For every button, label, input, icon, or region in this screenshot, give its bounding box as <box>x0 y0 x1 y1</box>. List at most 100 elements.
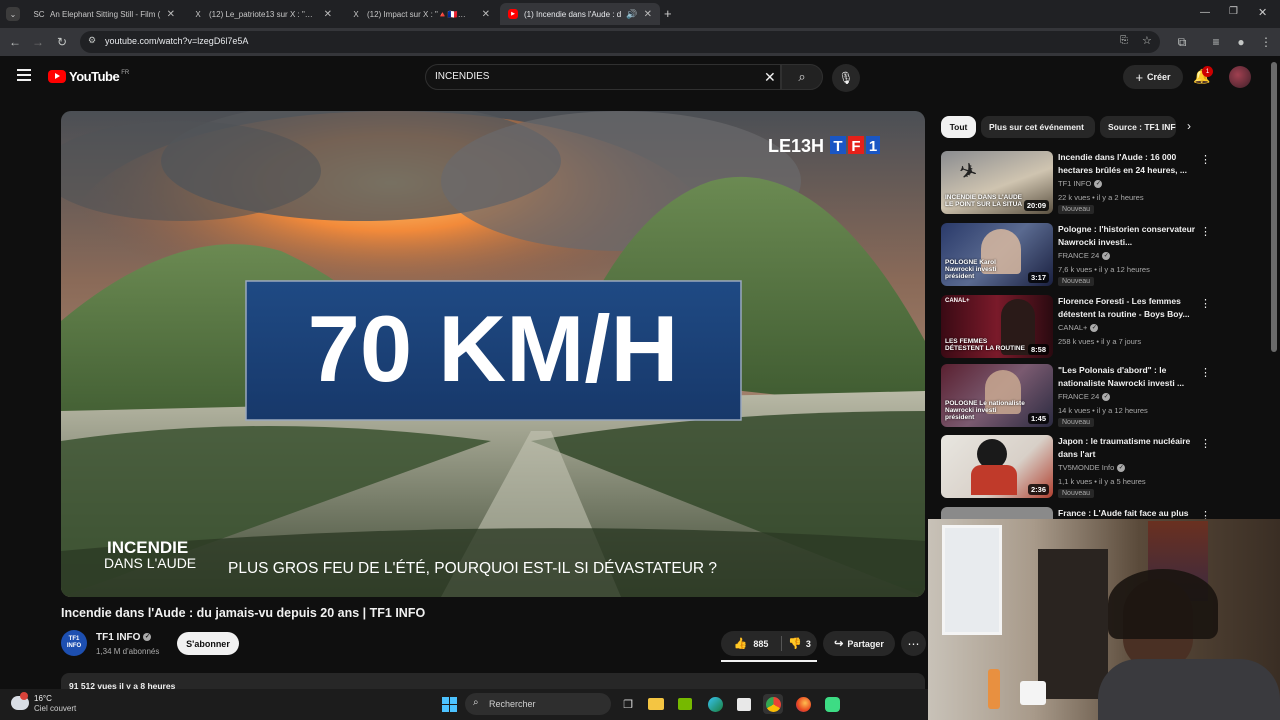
windows-start-icon[interactable] <box>439 694 459 714</box>
svg-text:T: T <box>833 138 842 155</box>
more-vertical-icon[interactable]: ⋮ <box>1200 509 1211 519</box>
more-actions-button[interactable]: ⋯ <box>901 631 926 656</box>
recommendation-item[interactable]: France : L'Aude fait face au plus ⋮ <box>941 507 1216 519</box>
minimize-icon[interactable]: — <box>1200 7 1210 18</box>
video-thumbnail[interactable]: CANAL+ LES FEMMES DÉTESTENT LA ROUTINE 8… <box>941 295 1053 358</box>
create-button[interactable]: + Créer <box>1123 65 1183 89</box>
tab-close-icon[interactable]: ✕ <box>482 9 490 20</box>
edge-icon[interactable] <box>705 694 725 714</box>
voice-search-button[interactable]: 🎙 <box>832 64 860 92</box>
verified-icon: ✓ <box>1090 324 1099 333</box>
webcam-shelf <box>1038 549 1108 699</box>
recommendation-meta: 14 k vues • il y a 12 heures <box>1058 406 1148 415</box>
recommendation-title: Japon : le traumatisme nucléaire dans l'… <box>1058 436 1191 459</box>
chip-source[interactable]: Source : TF1 INFO <box>1100 116 1176 138</box>
nvidia-icon[interactable] <box>675 694 695 714</box>
region-code: FR <box>121 69 130 76</box>
weather-temperature: 16°C <box>34 694 52 703</box>
forward-icon[interactable]: → <box>30 34 46 50</box>
search-query: INCENDIES <box>435 71 490 82</box>
app-green-icon[interactable] <box>822 694 842 714</box>
more-vertical-icon[interactable]: ⋮ <box>1200 366 1211 379</box>
chip-all[interactable]: Tout <box>941 116 976 138</box>
more-vertical-icon[interactable]: ⋮ <box>1200 225 1211 238</box>
recommendation-meta: 7,6 k vues • il y a 12 heures <box>1058 265 1150 274</box>
clear-search-icon[interactable]: ✕ <box>764 69 776 86</box>
recommendation-channel[interactable]: FRANCE 24 ✓ <box>1058 251 1111 261</box>
more-vertical-icon[interactable]: ⋮ <box>1200 297 1211 310</box>
video-thumbnail[interactable]: POLOGNE Karol Nawrocki investi président… <box>941 223 1053 286</box>
reading-list-icon[interactable]: ≡ <box>1208 34 1224 50</box>
subscribe-button[interactable]: S'abonner <box>177 632 239 655</box>
recommendation-item[interactable]: CANAL+ LES FEMMES DÉTESTENT LA ROUTINE 8… <box>941 295 1216 359</box>
svg-text:1: 1 <box>869 138 877 155</box>
address-bar[interactable]: ⚙ youtube.com/watch?v=lzegD6l7e5A ⎘ ☆ <box>80 31 1160 53</box>
recommendation-item[interactable]: 2:36 Japon : le traumatisme nucléaire da… <box>941 435 1216 499</box>
back-icon[interactable]: ← <box>7 34 23 50</box>
channel-name[interactable]: TF1 INFO ✓ <box>96 632 152 643</box>
recommendation-item[interactable]: ✈ INCENDIE DANS L'AUDE LE POINT SUR LA S… <box>941 151 1216 215</box>
audio-playing-icon[interactable]: 🔊 <box>626 9 637 20</box>
search-input[interactable]: INCENDIES ✕ <box>425 64 781 90</box>
headline-text: 70 KM/H <box>308 296 679 401</box>
like-button[interactable]: 👍 885 <box>721 631 781 656</box>
tab-close-icon[interactable]: ✕ <box>167 9 175 20</box>
youtube-logo[interactable]: YouTube FR <box>48 69 129 84</box>
share-label: Partager <box>847 638 884 649</box>
video-thumbnail[interactable] <box>941 507 1053 519</box>
browser-menu-icon[interactable]: ⋮ <box>1258 34 1274 50</box>
tab-close-icon[interactable]: ✕ <box>644 9 652 20</box>
browser-tab-active[interactable]: ▶ (1) Incendie dans l'Aude : d 🔊 ✕ <box>500 3 660 25</box>
video-thumbnail[interactable]: 2:36 <box>941 435 1053 498</box>
install-app-icon[interactable]: ⎘ <box>1120 35 1128 46</box>
recommendation-channel[interactable]: FRANCE 24 ✓ <box>1058 392 1111 402</box>
browser-tab[interactable]: X (12) Le_patriote13 sur X : "Salle ✕ <box>185 3 340 25</box>
video-thumbnail[interactable]: POLOGNE Le nationaliste Nawrocki investi… <box>941 364 1053 427</box>
tab-search-icon[interactable]: ⌄ <box>6 7 20 21</box>
video-thumbnail[interactable]: ✈ INCENDIE DANS L'AUDE LE POINT SUR LA S… <box>941 151 1053 214</box>
browser-tab[interactable]: X (12) Impact sur X : "🔺🇫🇷🔺🔥 ✕ <box>343 3 498 25</box>
profile-icon[interactable]: ● <box>1233 34 1249 50</box>
video-frame: 70 KM/H LE13H T F 1 INCENDIE DANS L'AUDE… <box>61 111 925 597</box>
recommendation-channel[interactable]: CANAL+ ✓ <box>1058 323 1099 333</box>
user-avatar[interactable] <box>1229 66 1251 88</box>
reload-icon[interactable]: ↻ <box>54 34 70 50</box>
browser-tab[interactable]: SC An Elephant Sitting Still - Film ( ✕ <box>26 3 183 25</box>
restore-icon[interactable]: ❐ <box>1229 6 1238 17</box>
new-tab-icon[interactable]: + <box>664 6 672 21</box>
recommendation-item[interactable]: POLOGNE Le nationaliste Nawrocki investi… <box>941 364 1216 428</box>
recommendation-channel[interactable]: TV5MONDE Info ✓ <box>1058 463 1126 473</box>
chevron-right-icon[interactable]: › <box>1187 119 1191 133</box>
store-icon[interactable] <box>734 694 754 714</box>
chip-more-on-event[interactable]: Plus sur cet événement <box>981 116 1095 138</box>
task-view-icon[interactable]: ❐ <box>618 694 638 714</box>
recommendation-channel[interactable]: TF1 INFO ✓ <box>1058 179 1103 189</box>
verified-icon: ✓ <box>1102 252 1111 261</box>
hamburger-menu-icon[interactable] <box>17 69 31 81</box>
close-window-icon[interactable]: ✕ <box>1258 6 1267 19</box>
extensions-icon[interactable]: ⧉ <box>1174 34 1190 50</box>
recommendation-item[interactable]: POLOGNE Karol Nawrocki investi président… <box>941 223 1216 287</box>
dislike-count: 3 <box>805 638 811 649</box>
taskbar-search[interactable]: ⌕ Rechercher <box>465 693 611 715</box>
share-button[interactable]: ↪ Partager <box>823 631 895 656</box>
search-icon: ⌕ <box>798 69 806 84</box>
file-explorer-icon[interactable] <box>646 694 666 714</box>
bookmark-star-icon[interactable]: ☆ <box>1142 34 1152 47</box>
video-duration: 2:36 <box>1027 484 1049 495</box>
video-player[interactable]: 70 KM/H LE13H T F 1 INCENDIE DANS L'AUDE… <box>61 111 925 597</box>
page-scrollbar[interactable] <box>1271 62 1277 352</box>
tab-close-icon[interactable]: ✕ <box>324 9 332 20</box>
recommendation-title: France : L'Aude fait face au plus <box>1058 508 1189 518</box>
chrome-icon[interactable] <box>763 694 783 714</box>
dislike-button[interactable]: 👎 3 <box>782 631 817 656</box>
thumbs-down-icon: 👎 <box>788 638 802 650</box>
search-button[interactable]: ⌕ <box>781 64 823 90</box>
like-count: 885 <box>753 638 769 649</box>
site-info-icon[interactable]: ⚙ <box>88 35 96 46</box>
more-vertical-icon[interactable]: ⋮ <box>1200 437 1211 450</box>
firefox-icon[interactable] <box>793 694 813 714</box>
verified-icon: ✓ <box>1094 180 1103 189</box>
more-vertical-icon[interactable]: ⋮ <box>1200 153 1211 166</box>
channel-avatar[interactable]: TF1 INFO <box>61 630 87 656</box>
